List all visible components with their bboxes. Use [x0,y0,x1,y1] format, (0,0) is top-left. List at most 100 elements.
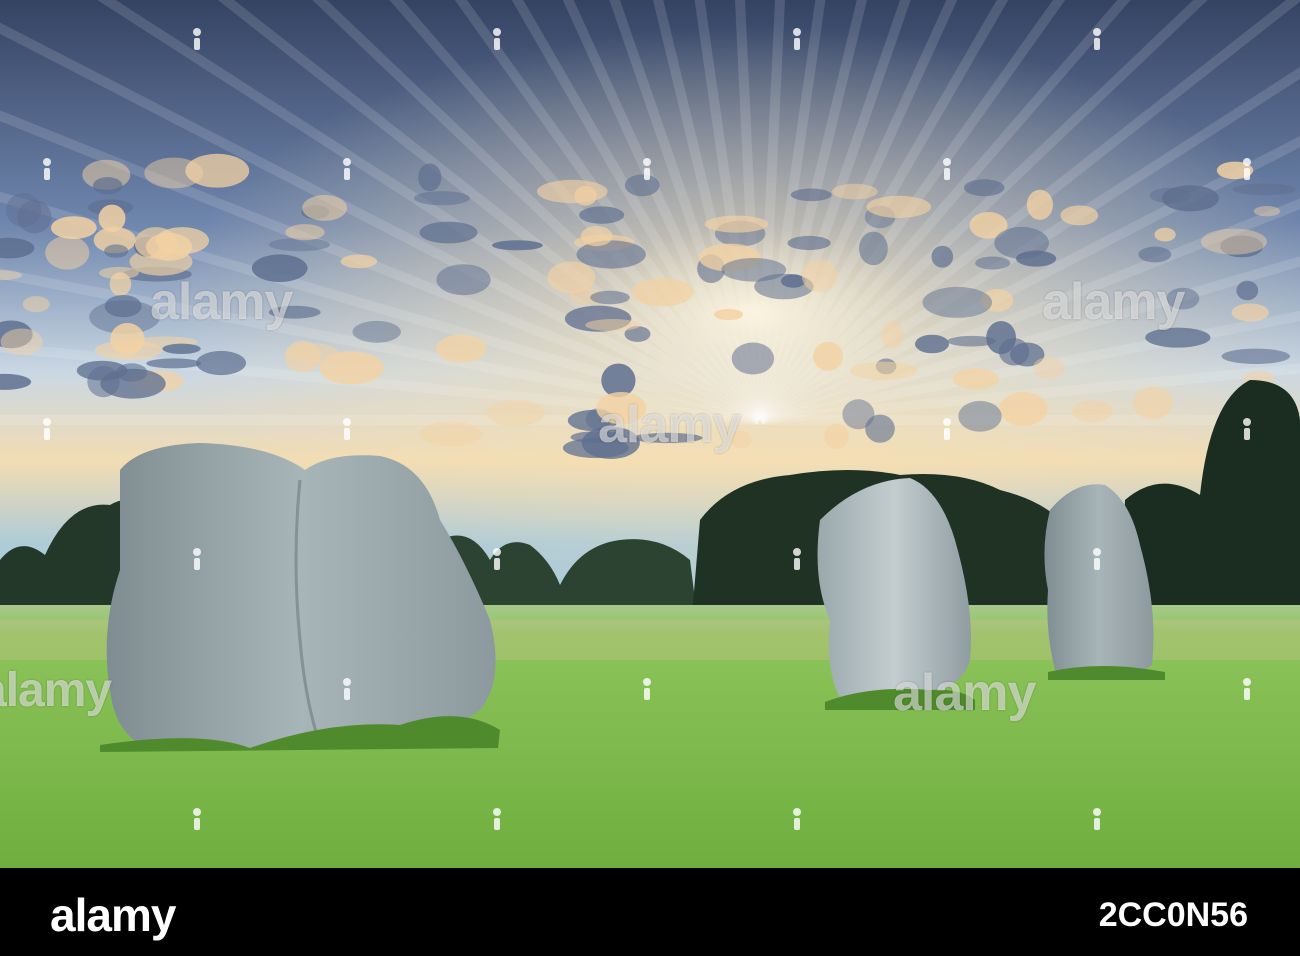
alamy-pin-icon [1242,678,1252,700]
cloud-puff [340,254,378,269]
cloud-puff [859,231,888,266]
alamy-pin-icon [1242,158,1252,180]
cloud-puff [1232,183,1296,196]
cloud-puff [579,206,625,224]
cloud-puff [849,361,918,380]
cloud-puff [419,221,478,244]
cloud-puff [492,240,543,251]
cloud-puff [576,240,646,269]
cloud-puff [787,235,831,251]
cloud-puff [721,258,787,282]
alamy-logo[interactable]: alamy [50,888,176,942]
cloud-puff [931,245,954,268]
cloud-puff [1060,205,1099,226]
alamy-pin-icon [1092,548,1102,570]
cloud-puff [285,343,339,363]
alamy-pin-icon [792,28,802,50]
footer-bar: alamy 2CC0N56 [0,868,1300,956]
cloud-puff [1154,227,1176,242]
cloud-puff [285,224,325,241]
cloud-puff [419,421,483,447]
cloud-puff [486,399,545,427]
alamy-pin-icon [192,808,202,830]
cloud-puff [866,195,931,218]
alamy-pin-icon [492,28,502,50]
cloud-puff [580,226,613,247]
cloud-puff [104,244,129,258]
alamy-pin-icon [192,28,202,50]
cloud-puff [865,414,895,443]
cloud-puff [1133,386,1173,420]
cloud-puff [731,342,775,375]
cloud-puff [994,226,1049,259]
cloud-puff [109,272,132,296]
alamy-pin-icon [42,158,52,180]
alamy-pin-icon [642,678,652,700]
cloud-puff [1221,348,1291,364]
cloud-puff [632,278,694,307]
alamy-pin-icon [942,158,952,180]
cloud-puff [1253,206,1281,217]
cloud-puff [1201,228,1267,255]
cloud-puff [713,308,744,321]
cloud-puff [45,235,90,270]
cloud-puff [50,216,97,240]
cloud-puff [144,157,204,189]
alamy-pin-icon [342,158,352,180]
cloud-puff [975,256,1011,270]
cloud-puff [436,264,491,296]
cloud-puff [268,238,330,252]
cloud-puff [1161,185,1219,212]
cloud-puff [963,179,1005,197]
cloud-puff [1026,189,1053,220]
cloud-puff [813,341,844,371]
cloud-puff [414,191,470,206]
alamy-pin-icon [492,548,502,570]
cloud-puff [958,400,1002,432]
image-id: 2CC0N56 [1098,896,1248,934]
alamy-pin-icon [1092,28,1102,50]
watermark-text: alamy [150,273,293,331]
cloud-puff [17,200,52,234]
cloud-puff [1032,357,1065,380]
cloud-puff [585,319,641,332]
cloud-puff [352,320,401,343]
cloud-puff [801,259,838,293]
watermark-text: alamy [893,664,1036,722]
cloud-puff [790,188,832,202]
cloud-puff [162,343,201,354]
alamy-pin-icon [1242,418,1252,440]
cloud-puff [22,296,50,313]
stock-photo-frame: alamy alamy alamy alamy alamy alamy 2CC0… [0,0,1300,956]
cloud-puff [999,392,1048,426]
cloud-puff [537,179,608,204]
cloud-puff [986,321,1016,355]
cloud-puff [92,177,123,195]
cloud-puff [547,261,596,294]
cloud-puff [915,334,949,354]
cloud-puff [831,183,878,200]
cloud-puff [196,350,247,376]
cloud-puff [94,340,163,361]
alamy-pin-icon [1092,808,1102,830]
cloud-puff [436,334,487,363]
alamy-pin-icon [792,548,802,570]
cloud-puff [1071,400,1113,423]
alamy-pin-icon [42,418,52,440]
cloud-puff [922,286,993,318]
cloud-puff [1231,303,1269,322]
cloud-puff [146,358,202,369]
cloud-puff [952,368,999,390]
cloud-puff [302,195,348,221]
cloud-puff [824,423,849,449]
alamy-pin-icon [642,158,652,180]
cloud-puff [100,368,166,399]
alamy-pin-icon [342,678,352,700]
watermark-text: alamy [598,396,741,454]
cloud-puff [155,227,209,255]
watermark-text: alamy [1042,273,1185,331]
watermark-text: alamy [0,664,112,717]
cloud-puff [1236,280,1259,301]
cloud-puff [1138,246,1172,263]
alamy-pin-icon [942,418,952,440]
